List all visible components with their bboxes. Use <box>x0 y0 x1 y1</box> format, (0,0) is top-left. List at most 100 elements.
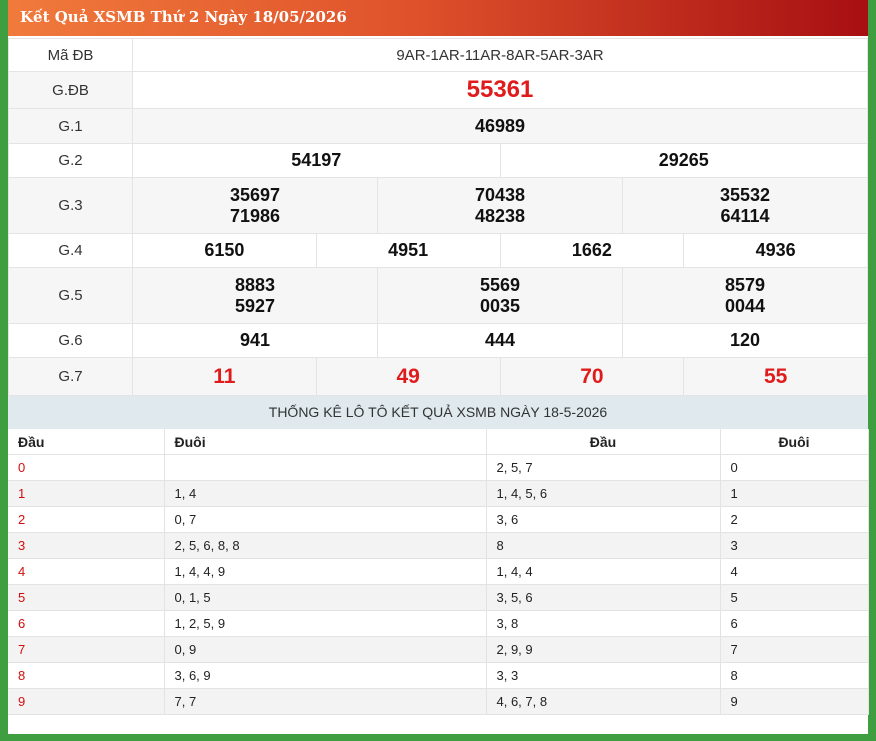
duoi-digit: 7 <box>720 636 869 663</box>
g5-value: 5569 <box>479 274 521 295</box>
dau-list: 1, 4, 5, 6 <box>486 480 721 507</box>
dau-digit: 7 <box>8 636 165 663</box>
table-row: 9 7, 7 4, 6, 7, 8 9 <box>8 688 869 715</box>
g2-value: 54197 <box>132 143 501 178</box>
g3-value: 64114 <box>720 205 770 226</box>
ma-db-label: Mã ĐB <box>8 38 133 72</box>
table-row: 8 3, 6, 9 3, 3 8 <box>8 662 869 689</box>
g6-value: 120 <box>622 323 868 358</box>
g6-label: G.6 <box>8 323 133 358</box>
duoi-list: 0, 9 <box>164 636 487 663</box>
g3-value: 71986 <box>229 205 281 226</box>
g6-value: 444 <box>377 323 623 358</box>
results-table: Mã ĐB 9AR-1AR-11AR-8AR-5AR-3AR G.ĐB 5536… <box>8 38 868 396</box>
row-g5: G.5 8883 5927 5569 0035 8579 0044 <box>8 267 868 324</box>
g5-cell: 5569 0035 <box>377 267 623 324</box>
duoi-list: 3, 6, 9 <box>164 662 487 689</box>
dau-list: 1, 4, 4 <box>486 558 721 585</box>
row-gdb: G.ĐB 55361 <box>8 71 868 109</box>
g2-label: G.2 <box>8 143 133 178</box>
g7-value: 11 <box>132 357 317 396</box>
duoi-list: 0, 1, 5 <box>164 584 487 611</box>
g5-label: G.5 <box>8 267 133 324</box>
duoi-digit: 2 <box>720 506 869 533</box>
g3-cell: 35532 64114 <box>622 177 868 234</box>
duoi-list <box>164 454 487 481</box>
duoi-list: 1, 2, 5, 9 <box>164 610 487 637</box>
dau-list: 2, 9, 9 <box>486 636 721 663</box>
g7-value: 55 <box>683 357 868 396</box>
duoi-list: 7, 7 <box>164 688 487 715</box>
g1-value: 46989 <box>132 108 868 144</box>
row-g2: G.2 54197 29265 <box>8 143 868 178</box>
g3-value: 70438 <box>474 184 526 205</box>
row-g3: G.3 35697 71986 70438 48238 35532 64114 <box>8 177 868 234</box>
table-row: 3 2, 5, 6, 8, 8 8 3 <box>8 532 869 559</box>
g5-value: 5927 <box>234 295 276 316</box>
dau-list: 2, 5, 7 <box>486 454 721 481</box>
row-g6: G.6 941 444 120 <box>8 323 868 358</box>
header-duoi: Đuôi <box>164 429 487 455</box>
g2-value: 29265 <box>499 143 868 178</box>
row-g1: G.1 46989 <box>8 108 868 144</box>
loto-table: Đầu Đuôi Đầu Đuôi 0 2, 5, 7 0 1 1, 4 1, … <box>8 429 869 715</box>
dau-list: 8 <box>486 532 721 559</box>
dau-digit: 1 <box>8 480 165 507</box>
duoi-digit: 9 <box>720 688 869 715</box>
page-title: Kết Quả XSMB Thứ 2 Ngày 18/05/2026 <box>8 0 868 36</box>
gdb-value: 55361 <box>132 71 868 109</box>
table-row: 6 1, 2, 5, 9 3, 8 6 <box>8 610 869 637</box>
duoi-digit: 4 <box>720 558 869 585</box>
g3-cell: 70438 48238 <box>377 177 623 234</box>
g5-value: 0044 <box>724 295 766 316</box>
g3-value: 35532 <box>719 184 771 205</box>
g5-cell: 8579 0044 <box>622 267 868 324</box>
g5-cell: 8883 5927 <box>132 267 378 324</box>
table-row: 2 0, 7 3, 6 2 <box>8 506 869 533</box>
dau-list: 3, 3 <box>486 662 721 689</box>
table-row: 5 0, 1, 5 3, 5, 6 5 <box>8 584 869 611</box>
ma-db-value: 9AR-1AR-11AR-8AR-5AR-3AR <box>132 38 868 72</box>
bottom-frame <box>8 734 868 741</box>
loto-header-row: Đầu Đuôi Đầu Đuôi <box>8 429 869 455</box>
stats-title: THỐNG KÊ LÔ TÔ KẾT QUẢ XSMB NGÀY 18-5-20… <box>8 396 868 429</box>
g6-value: 941 <box>132 323 378 358</box>
g7-value: 70 <box>499 357 685 396</box>
results-panel: Kết Quả XSMB Thứ 2 Ngày 18/05/2026 Mã ĐB… <box>8 0 869 734</box>
g4-value: 6150 <box>132 233 317 268</box>
duoi-digit: 5 <box>720 584 869 611</box>
gdb-label: G.ĐB <box>8 71 133 109</box>
duoi-digit: 3 <box>720 532 869 559</box>
dau-digit: 5 <box>8 584 165 611</box>
g5-value: 8883 <box>234 274 276 295</box>
g3-label: G.3 <box>8 177 133 234</box>
dau-digit: 3 <box>8 532 165 559</box>
g4-value: 4951 <box>315 233 501 268</box>
duoi-digit: 8 <box>720 662 869 689</box>
dau-digit: 6 <box>8 610 165 637</box>
table-row: 7 0, 9 2, 9, 9 7 <box>8 636 869 663</box>
duoi-list: 2, 5, 6, 8, 8 <box>164 532 487 559</box>
g3-value: 48238 <box>474 205 526 226</box>
duoi-list: 0, 7 <box>164 506 487 533</box>
g7-value: 49 <box>315 357 501 396</box>
table-row: 4 1, 4, 4, 9 1, 4, 4 4 <box>8 558 869 585</box>
g5-value: 8579 <box>724 274 766 295</box>
row-g7: G.7 11 49 70 55 <box>8 357 868 396</box>
g4-label: G.4 <box>8 233 133 268</box>
g1-label: G.1 <box>8 108 133 144</box>
g4-value: 1662 <box>499 233 685 268</box>
dau-digit: 2 <box>8 506 165 533</box>
header-dau: Đầu <box>8 429 165 455</box>
table-row: 1 1, 4 1, 4, 5, 6 1 <box>8 480 869 507</box>
duoi-digit: 1 <box>720 480 869 507</box>
g5-value: 0035 <box>479 295 521 316</box>
row-ma-db: Mã ĐB 9AR-1AR-11AR-8AR-5AR-3AR <box>8 38 868 72</box>
dau-list: 3, 6 <box>486 506 721 533</box>
g3-value: 35697 <box>229 184 281 205</box>
g3-cell: 35697 71986 <box>132 177 378 234</box>
g4-value: 4936 <box>683 233 868 268</box>
duoi-digit: 0 <box>720 454 869 481</box>
duoi-list: 1, 4 <box>164 480 487 507</box>
dau-digit: 4 <box>8 558 165 585</box>
